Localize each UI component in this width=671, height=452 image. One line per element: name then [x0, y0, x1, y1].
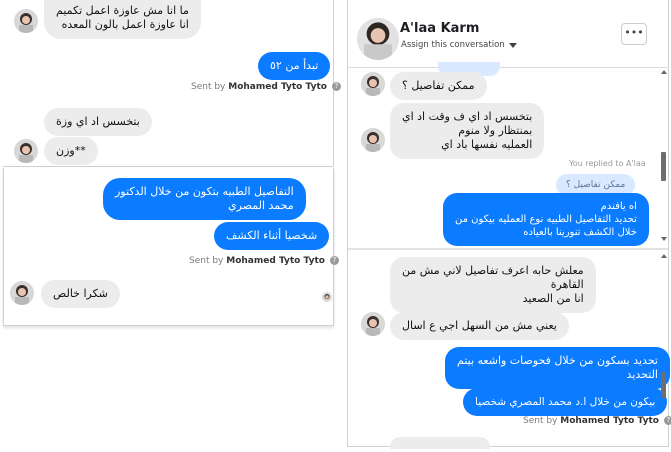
- avatar[interactable]: [14, 139, 38, 163]
- header-divider: [348, 67, 668, 68]
- incoming-message-row: [361, 72, 385, 96]
- more-icon[interactable]: •••: [621, 23, 647, 45]
- sent-by-prefix: Sent by: [191, 82, 226, 92]
- sent-by-prefix: Sent by: [523, 416, 558, 426]
- avatar[interactable]: [14, 9, 38, 33]
- incoming-message-row: [14, 9, 38, 33]
- incoming-message-bubble[interactable]: بتخسس اد اي ف وقت اد اي بمنتظار ولا منوم…: [390, 103, 545, 159]
- outgoing-message-bubble[interactable]: بيكون من خلال ا.د محمد المصري شخصيا: [463, 388, 668, 416]
- incoming-message-bubble[interactable]: ما انا مش عاوزة اعمل تكميم انا عاوزة اعم…: [44, 0, 201, 39]
- info-icon[interactable]: ?: [331, 82, 341, 91]
- sent-by-label: Sent by Mohamed Tyto Tyto ?: [191, 82, 341, 92]
- info-icon[interactable]: ?: [329, 256, 339, 265]
- sender-name[interactable]: Mohamed Tyto Tyto: [228, 82, 327, 92]
- avatar[interactable]: [361, 72, 385, 96]
- avatar[interactable]: [357, 18, 399, 60]
- incoming-message-row: [361, 128, 385, 152]
- chevron-down-icon: [508, 42, 517, 48]
- lower-scrollbar[interactable]: [660, 252, 667, 447]
- sender-name[interactable]: Mohamed Tyto Tyto: [560, 416, 659, 426]
- replied-label: You replied to A'laa: [569, 159, 646, 168]
- scroll-down-icon[interactable]: [660, 237, 667, 241]
- assign-label: Assign this conversation: [401, 40, 505, 50]
- incoming-message-bubble[interactable]: شكرا خالص: [41, 280, 120, 308]
- avatar[interactable]: [361, 128, 385, 152]
- conversation-header: [357, 18, 399, 60]
- scroll-thumb[interactable]: [661, 152, 666, 181]
- sender-name[interactable]: Mohamed Tyto Tyto: [226, 256, 325, 266]
- incoming-message-bubble[interactable]: بتخسس اد اي وزة: [44, 108, 152, 136]
- read-receipt-icon: ✓: [322, 237, 329, 246]
- panel-divider: [348, 248, 668, 250]
- incoming-message-row: [14, 139, 38, 163]
- assign-conversation-dropdown[interactable]: Assign this conversation: [401, 40, 517, 50]
- outgoing-message-bubble[interactable]: اه يافندم تحديد التفاصيل الطبيه نوع العم…: [443, 193, 649, 246]
- seen-avatar: [322, 292, 332, 302]
- outgoing-message-bubble[interactable]: تبدأ من ٥٢: [258, 52, 331, 80]
- outgoing-message-bubble[interactable]: التفاصيل الطبيه بتكون من خلال الدكتور مح…: [103, 178, 306, 220]
- incoming-message-bubble[interactable]: معلش حابه اعرف تفاصيل لاني مش من القاهرة…: [390, 257, 596, 313]
- sent-by-prefix: Sent by: [189, 256, 224, 266]
- incoming-message-row: [361, 312, 385, 336]
- scroll-thumb[interactable]: [661, 372, 666, 398]
- outgoing-message-bubble[interactable]: تحديد بسكون من خلال فحوصات واشعه بيتم ال…: [445, 347, 670, 389]
- incoming-message-row: [10, 281, 34, 305]
- scroll-up-icon[interactable]: [660, 70, 667, 74]
- contact-name[interactable]: A'laa Karm: [400, 21, 479, 36]
- partial-message-bubble: [390, 437, 490, 449]
- incoming-message-bubble[interactable]: **وزن: [44, 137, 98, 165]
- upper-scrollbar[interactable]: [660, 68, 667, 246]
- incoming-message-bubble[interactable]: ممكن تفاصيل ؟: [390, 72, 487, 100]
- avatar[interactable]: [361, 312, 385, 336]
- sent-by-label: Sent by Mohamed Tyto Tyto ?: [523, 416, 671, 426]
- outgoing-message-bubble[interactable]: شخصيا أثناء الكشف: [214, 222, 330, 250]
- sent-by-label: Sent by Mohamed Tyto Tyto ?: [189, 256, 339, 266]
- scroll-up-icon[interactable]: [660, 254, 667, 258]
- incoming-message-bubble[interactable]: يعني مش من السهل اجي ع اسال: [390, 312, 569, 340]
- avatar[interactable]: [10, 281, 34, 305]
